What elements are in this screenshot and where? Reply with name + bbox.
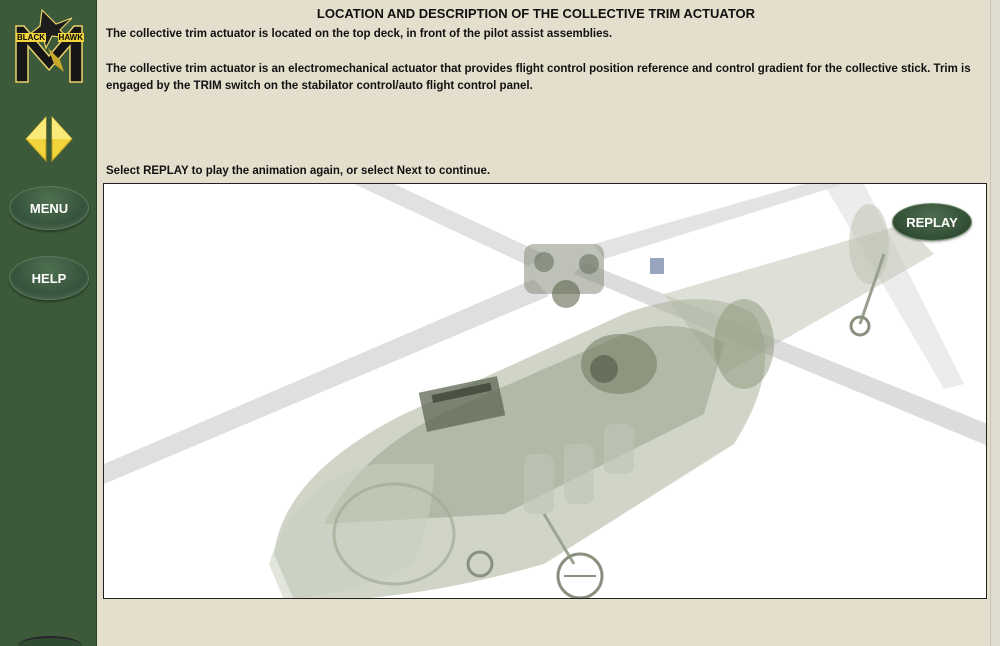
logo-word-hawk: HAWK [57, 33, 84, 42]
description-paragraph-location: The collective trim actuator is located … [106, 28, 613, 40]
logo-word-black: BLACK [16, 33, 46, 42]
previous-page-button[interactable] [25, 115, 47, 163]
help-button[interactable]: HELP [9, 256, 89, 300]
replay-button[interactable]: REPLAY [892, 203, 972, 241]
next-page-button[interactable] [51, 115, 73, 163]
triangle-right-icon [51, 115, 73, 163]
sidebar: BLACK HAWK MENU HELP [0, 0, 97, 646]
page-navigation [25, 115, 75, 164]
triangle-left-icon [25, 115, 47, 163]
helicopter-xray-illustration [104, 184, 986, 598]
sidebar-bottom-button[interactable] [18, 636, 82, 646]
window-scrollbar[interactable] [990, 0, 1000, 646]
page-title: LOCATION AND DESCRIPTION OF THE COLLECTI… [316, 6, 756, 21]
menu-button[interactable]: MENU [9, 186, 89, 230]
animation-viewer: REPLAY [103, 183, 987, 599]
instruction-text: Select REPLAY to play the animation agai… [106, 165, 491, 177]
black-hawk-logo: BLACK HAWK [12, 8, 86, 84]
description-paragraph-function: The collective trim actuator is an elect… [106, 63, 971, 92]
black-hawk-logo-icon [15, 8, 83, 83]
